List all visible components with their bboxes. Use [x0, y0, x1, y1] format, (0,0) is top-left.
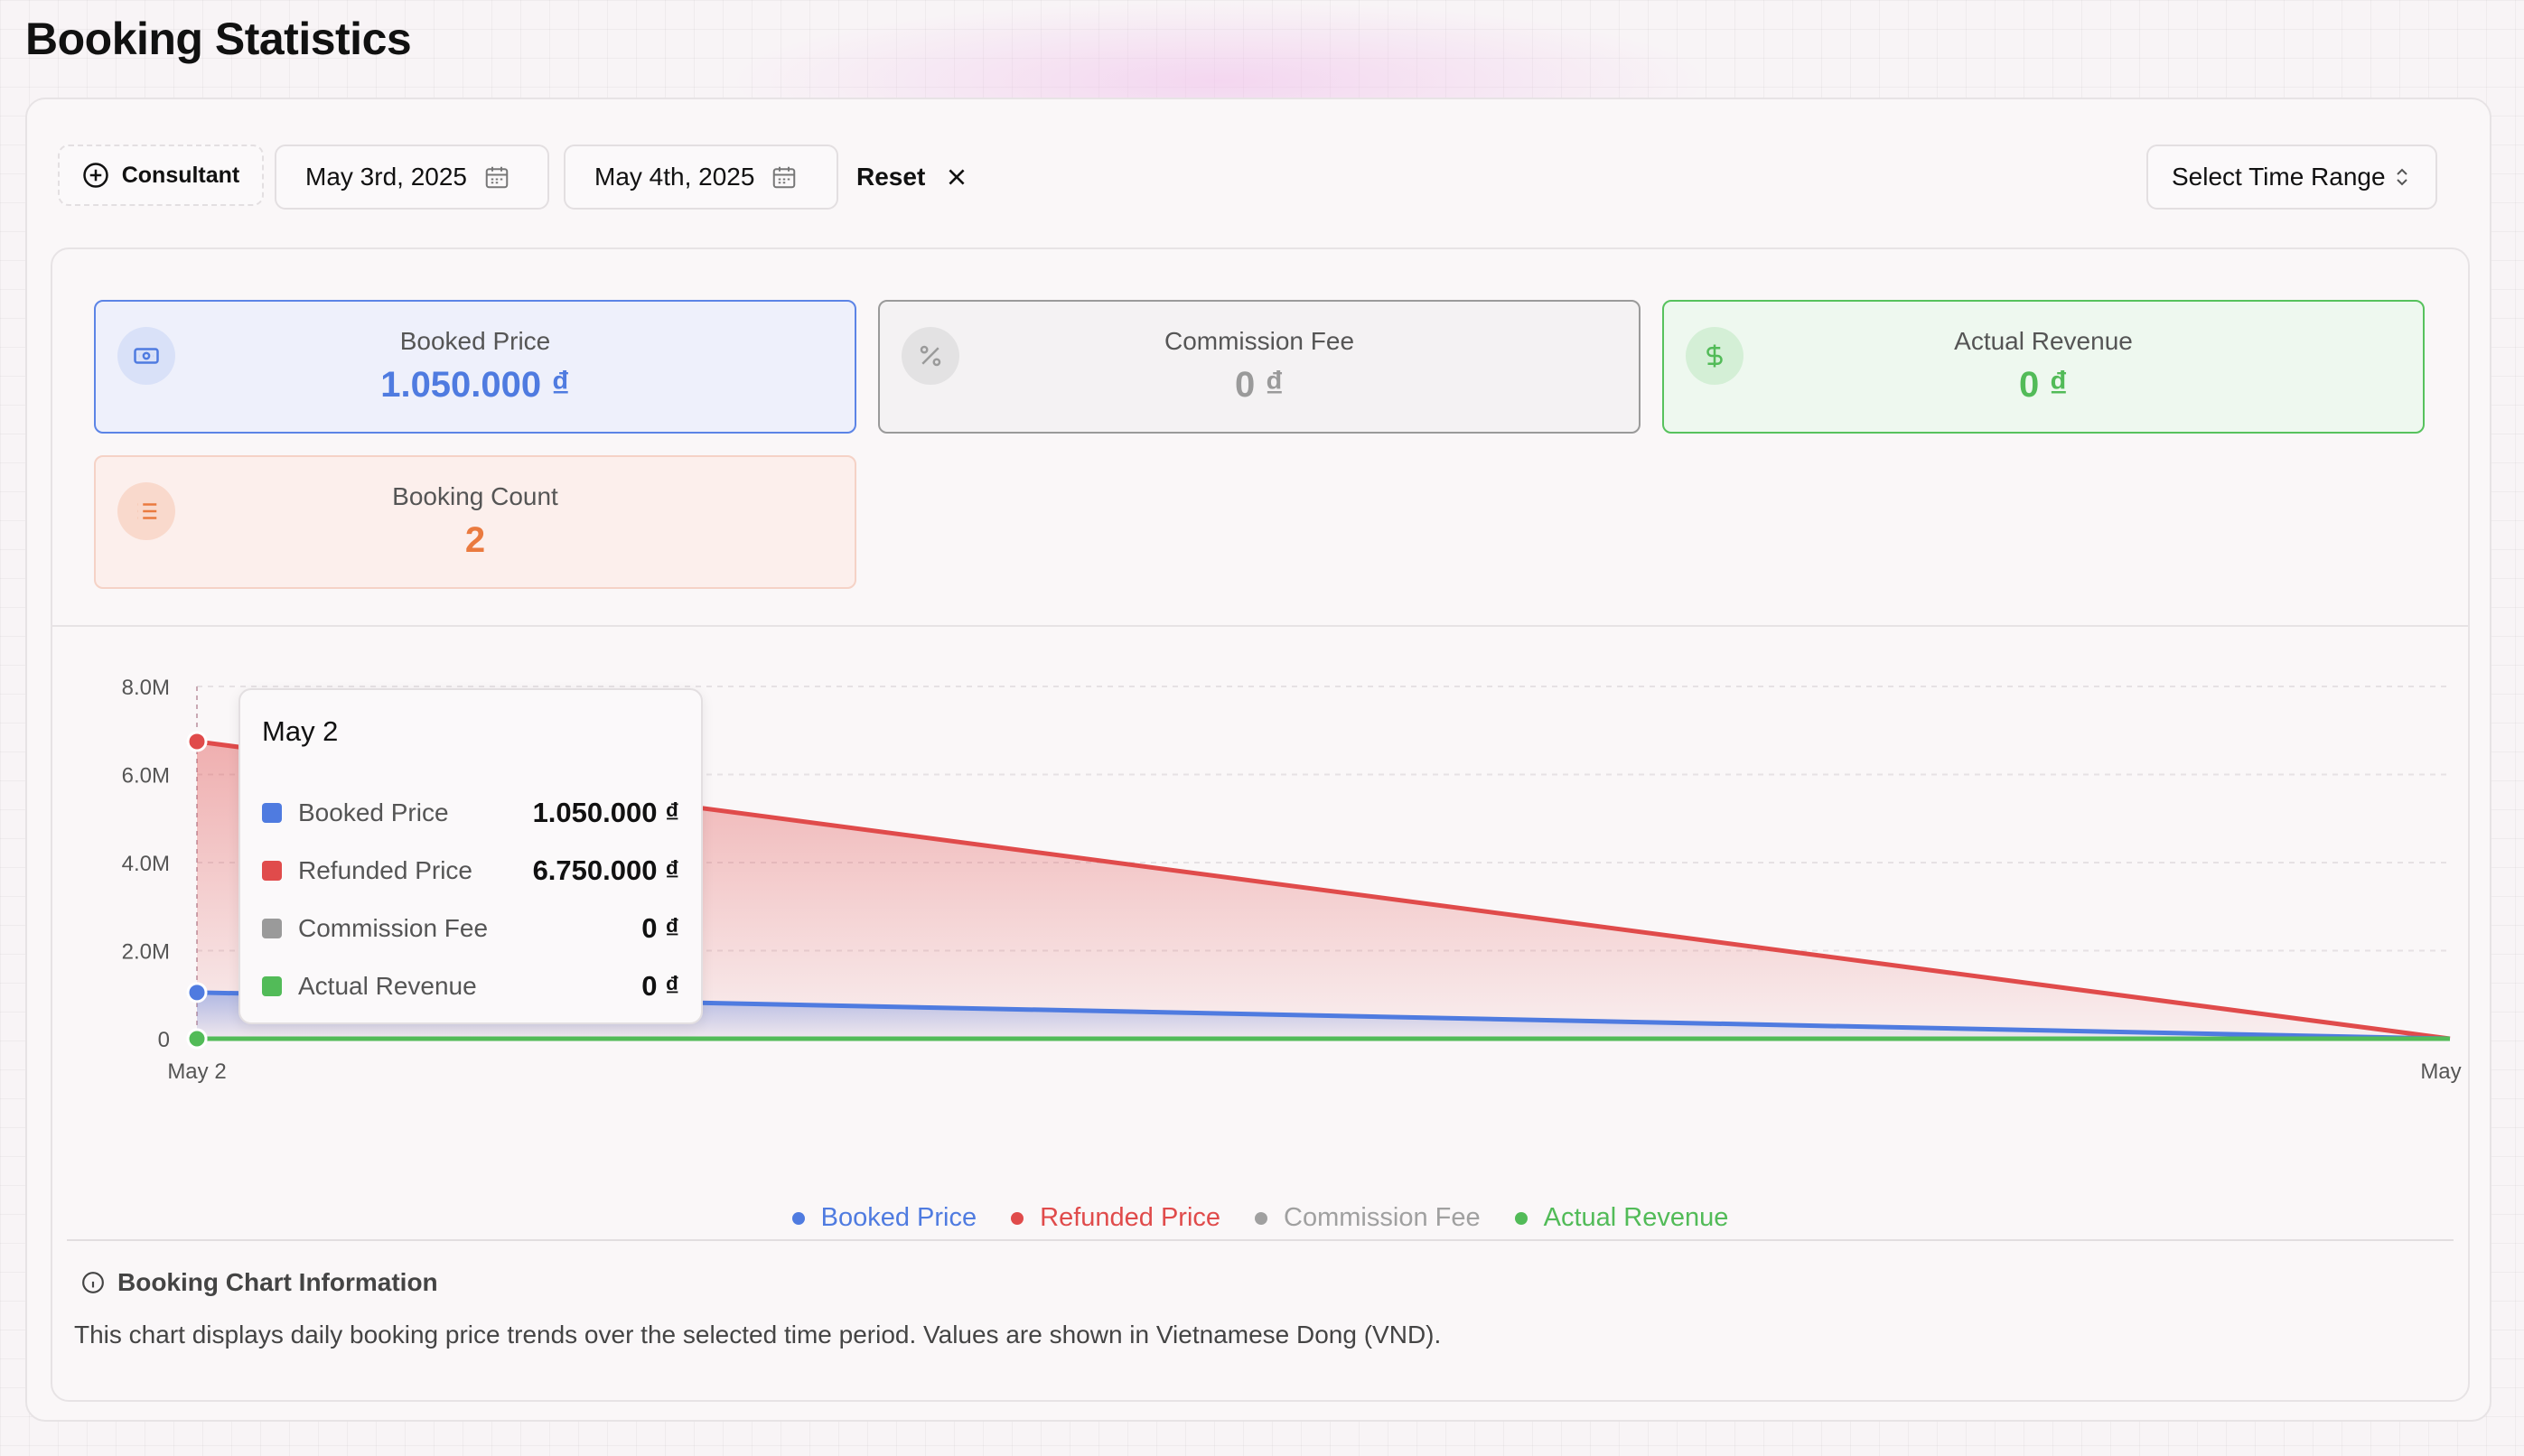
tooltip-row-name: Refunded Price	[298, 856, 473, 884]
series-point	[186, 731, 208, 752]
tooltip-swatch	[262, 919, 282, 938]
tooltip-row-value: 0 ₫	[641, 912, 679, 944]
info-divider	[67, 1239, 2454, 1241]
legend-label: Commission Fee	[1284, 1203, 1481, 1232]
tooltip-row-value: 0 ₫	[641, 970, 679, 1002]
chart-info-title: Booking Chart Information	[117, 1268, 438, 1296]
tooltip-row: Actual Revenue 0 ₫	[262, 968, 679, 1004]
legend-dot	[1255, 1211, 1268, 1225]
booking-count-label: Booking Count	[392, 482, 558, 510]
booked-price-value: 1.050.000 ₫	[380, 365, 570, 405]
actual-revenue-card: Actual Revenue 0 ₫	[1662, 300, 2425, 434]
tooltip-swatch	[262, 976, 282, 996]
x-tick-label: May 2	[167, 1059, 226, 1084]
commission-fee-value: 0 ₫	[1235, 365, 1284, 405]
commission-fee-label: Commission Fee	[1164, 327, 1355, 355]
info-icon	[82, 1272, 104, 1293]
legend-item-actual-revenue[interactable]: Actual Revenue	[1514, 1203, 1729, 1233]
tooltip-row: Commission Fee 0 ₫	[262, 910, 679, 947]
chart-info-heading: Booking Chart Information	[81, 1268, 438, 1297]
legend-dot	[791, 1211, 805, 1225]
y-tick-label: 8.0M	[122, 676, 170, 700]
close-icon	[949, 169, 965, 185]
series-point	[186, 982, 208, 1003]
chevron-up-down-icon	[2396, 168, 2407, 186]
y-tick-label: 4.0M	[122, 852, 170, 876]
legend-item-refunded-price[interactable]: Refunded Price	[1011, 1203, 1220, 1233]
booking-count-card: Booking Count 2	[94, 455, 856, 589]
date-from-picker[interactable]: May 3rd, 2025	[275, 145, 549, 210]
legend-label: Actual Revenue	[1543, 1203, 1729, 1232]
date-from-value: May 3rd, 2025	[305, 163, 467, 191]
booking-count-value: 2	[464, 520, 486, 560]
actual-revenue-label: Actual Revenue	[1954, 327, 2133, 355]
legend-dot	[1011, 1211, 1024, 1225]
commission-fee-card: Commission Fee 0 ₫	[878, 300, 1641, 434]
chart-legend: Booked Price Refunded Price Commission F…	[52, 1203, 2468, 1233]
y-tick-label: 2.0M	[122, 940, 170, 965]
time-range-select[interactable]: Select Time Range	[2146, 145, 2437, 210]
legend-label: Booked Price	[820, 1203, 977, 1232]
legend-item-booked-price[interactable]: Booked Price	[791, 1203, 977, 1233]
tooltip-row-value: 1.050.000 ₫	[532, 797, 679, 828]
tooltip-row-value: 6.750.000 ₫	[532, 854, 679, 886]
tooltip-row-name: Booked Price	[298, 798, 449, 826]
tooltip-title: May 2	[262, 715, 339, 747]
reset-button[interactable]: Reset	[856, 145, 968, 210]
booked-price-label: Booked Price	[399, 327, 551, 355]
statistics-card: Consultant May 3rd, 2025 May 4th, 2025 R…	[25, 98, 2491, 1422]
tooltip-row: Refunded Price 6.750.000 ₫	[262, 853, 679, 889]
calendar-icon	[485, 166, 509, 189]
y-tick-label: 6.0M	[122, 764, 170, 789]
chart-panel: Booked Price 1.050.000 ₫ Commission Fee …	[51, 247, 2470, 1402]
chart-info-description: This chart displays daily booking price …	[74, 1321, 1442, 1349]
actual-revenue-value: 0 ₫	[2019, 365, 2068, 405]
reset-label: Reset	[856, 163, 926, 191]
date-to-value: May 4th, 2025	[594, 163, 755, 191]
legend-dot	[1514, 1211, 1528, 1225]
calendar-icon	[773, 166, 796, 189]
chart-tooltip: May 2 Booked Price 1.050.000 ₫ Refunded …	[238, 688, 703, 1024]
tooltip-swatch	[262, 803, 282, 823]
booked-price-card: Booked Price 1.050.000 ₫	[94, 300, 856, 434]
tooltip-row-name: Actual Revenue	[298, 972, 477, 1000]
page-title: Booking Statistics	[25, 14, 412, 64]
y-tick-label: 0	[158, 1028, 170, 1052]
consultant-filter-button[interactable]: Consultant	[58, 145, 264, 206]
consultant-filter-label: Consultant	[121, 162, 240, 188]
series-point	[186, 1028, 208, 1050]
x-tick-label: May 3	[2420, 1059, 2468, 1084]
tooltip-row: Booked Price 1.050.000 ₫	[262, 795, 679, 831]
legend-label: Refunded Price	[1040, 1203, 1221, 1232]
legend-item-commission-fee[interactable]: Commission Fee	[1255, 1203, 1481, 1233]
tooltip-row-name: Commission Fee	[298, 914, 489, 942]
date-to-picker[interactable]: May 4th, 2025	[564, 145, 838, 210]
plus-circle-icon	[82, 163, 108, 188]
time-range-label: Select Time Range	[2172, 163, 2386, 191]
tooltip-swatch	[262, 861, 282, 881]
